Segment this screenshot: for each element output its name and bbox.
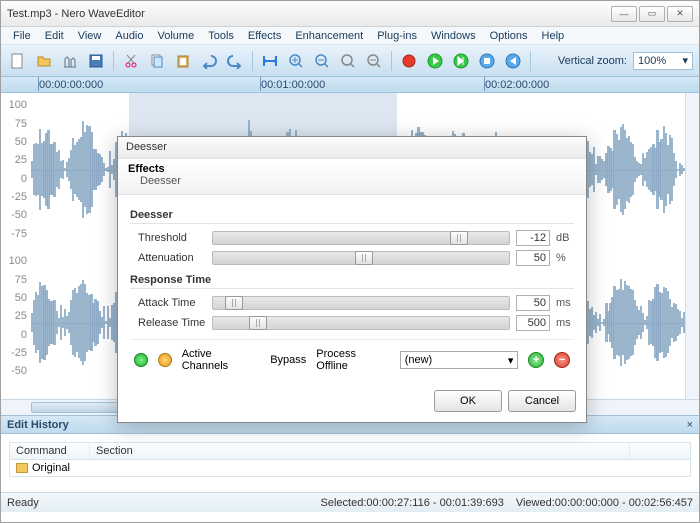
section-response: Response Time: [130, 268, 574, 289]
redo-icon[interactable]: [224, 50, 246, 72]
vertical-scrollbar[interactable]: [685, 93, 699, 399]
rewind-icon[interactable]: [502, 50, 524, 72]
folder-icon: [16, 463, 28, 473]
cut-icon[interactable]: [120, 50, 142, 72]
cancel-button[interactable]: Cancel: [508, 390, 576, 412]
section-deesser: Deesser: [130, 203, 574, 224]
menu-enhancement[interactable]: Enhancement: [289, 28, 369, 44]
timeline[interactable]: 00:00:00:000 00:01:00:000 00:02:00:000: [1, 77, 699, 93]
zoom-select[interactable]: 100%▾: [633, 52, 693, 70]
edit-history-panel: Edit History × Command Section Original: [1, 415, 699, 492]
preset-select[interactable]: (new)▾: [400, 351, 519, 369]
chevron-down-icon: ▾: [682, 54, 688, 67]
timeline-tick: 00:02:00:000: [485, 79, 549, 91]
preset-delete-icon[interactable]: −: [554, 352, 570, 368]
history-title: Edit History: [7, 419, 69, 431]
col-section[interactable]: Section: [90, 443, 630, 459]
play-icon[interactable]: [424, 50, 446, 72]
zoom-fit-icon[interactable]: [363, 50, 385, 72]
preset-add-icon[interactable]: +: [528, 352, 544, 368]
threshold-slider[interactable]: [212, 231, 510, 245]
titlebar: Test.mp3 - Nero WaveEditor — ▭ ✕: [1, 1, 699, 27]
attenuation-label: Attenuation: [130, 252, 206, 264]
attack-slider[interactable]: [212, 296, 510, 310]
effects-header: Effects Deesser: [118, 159, 586, 195]
menu-view[interactable]: View: [72, 28, 108, 44]
toolbar: Vertical zoom: 100%▾: [1, 45, 699, 77]
menu-effects[interactable]: Effects: [242, 28, 287, 44]
record-icon[interactable]: [398, 50, 420, 72]
release-label: Release Time: [130, 317, 206, 329]
window-title: Test.mp3 - Nero WaveEditor: [7, 8, 145, 20]
min-icon[interactable]: —: [611, 6, 637, 22]
menu-file[interactable]: File: [7, 28, 37, 44]
menu-help[interactable]: Help: [536, 28, 571, 44]
process-offline-label[interactable]: Process Offline: [316, 348, 389, 372]
timeline-tick: 00:01:00:000: [261, 79, 325, 91]
open-icon[interactable]: [33, 50, 55, 72]
menu-options[interactable]: Options: [484, 28, 534, 44]
zoom-out-icon[interactable]: [311, 50, 333, 72]
attenuation-input[interactable]: [516, 250, 550, 266]
play-loop-icon[interactable]: [450, 50, 472, 72]
zoom-label: Vertical zoom:: [558, 55, 627, 67]
release-slider[interactable]: [212, 316, 510, 330]
speaker-icon[interactable]: [158, 353, 172, 367]
col-command[interactable]: Command: [10, 443, 90, 459]
active-channels-label[interactable]: Active Channels: [182, 348, 261, 372]
copy-icon[interactable]: [146, 50, 168, 72]
timeline-tick: 00:00:00:000: [39, 79, 103, 91]
paste-icon[interactable]: [172, 50, 194, 72]
chevron-down-icon: ▾: [508, 354, 514, 367]
menu-windows[interactable]: Windows: [425, 28, 482, 44]
threshold-input[interactable]: [516, 230, 550, 246]
attenuation-slider[interactable]: [212, 251, 510, 265]
deesser-dialog: Deesser Effects Deesser Deesser Threshol…: [117, 136, 587, 423]
menu-edit[interactable]: Edit: [39, 28, 70, 44]
statusbar: Ready Selected:00:00:27:116 - 00:01:39:6…: [1, 492, 699, 512]
play-preview-icon[interactable]: [134, 353, 148, 367]
menubar: File Edit View Audio Volume Tools Effect…: [1, 27, 699, 45]
menu-audio[interactable]: Audio: [109, 28, 149, 44]
attack-label: Attack Time: [130, 297, 206, 309]
save-icon[interactable]: [85, 50, 107, 72]
dialog-title[interactable]: Deesser: [118, 137, 586, 159]
max-icon[interactable]: ▭: [639, 6, 665, 22]
menu-volume[interactable]: Volume: [152, 28, 201, 44]
attack-input[interactable]: [516, 295, 550, 311]
select-all-icon[interactable]: [259, 50, 281, 72]
threshold-label: Threshold: [130, 232, 206, 244]
close-panel-icon[interactable]: ×: [687, 419, 693, 431]
undo-icon[interactable]: [198, 50, 220, 72]
new-icon[interactable]: [7, 50, 29, 72]
library-icon[interactable]: [59, 50, 81, 72]
release-input[interactable]: [516, 315, 550, 331]
status-ready: Ready: [7, 497, 39, 509]
stop-icon[interactable]: [476, 50, 498, 72]
bypass-label[interactable]: Bypass: [270, 354, 306, 366]
zoom-sel-icon[interactable]: [337, 50, 359, 72]
ok-button[interactable]: OK: [434, 390, 502, 412]
menu-tools[interactable]: Tools: [202, 28, 240, 44]
close-icon[interactable]: ✕: [667, 6, 693, 22]
menu-plugins[interactable]: Plug-ins: [371, 28, 423, 44]
y-axis-left: 10075 5025 0-25 -50-75 10075 5025 0-25 -…: [1, 93, 31, 399]
zoom-in-icon[interactable]: [285, 50, 307, 72]
history-row[interactable]: Original: [10, 460, 690, 476]
